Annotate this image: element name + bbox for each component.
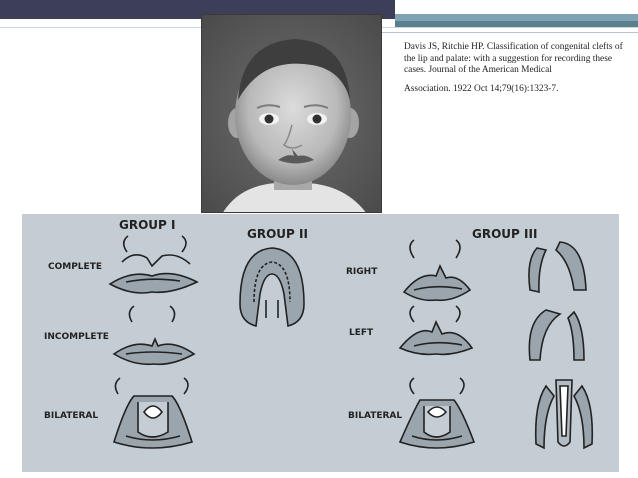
child-portrait-image xyxy=(202,15,381,212)
diagram-svg: GROUP I GROUP II GROUP III COMPLETE INCO… xyxy=(44,218,594,450)
cleft-classification-diagram: GROUP I GROUP II GROUP III COMPLETE INCO… xyxy=(22,214,619,472)
lip-right-group3-drawing xyxy=(402,239,472,302)
label-left: LEFT xyxy=(349,328,374,338)
label-incomplete: INCOMPLETE xyxy=(44,332,109,342)
palate-segments-right-drawing xyxy=(528,241,587,294)
lip-incomplete-drawing xyxy=(112,305,196,366)
palate-segments-left-drawing xyxy=(528,309,585,361)
lip-left-group3-drawing xyxy=(398,305,474,356)
child-photograph xyxy=(201,14,382,213)
label-bilateral-group3: BILATERAL xyxy=(348,411,402,421)
label-bilateral-group1: BILATERAL xyxy=(44,411,98,421)
citation-text-publication: Association. 1922 Oct 14;79(16):1323-7. xyxy=(404,83,559,94)
lip-bilateral-group3-drawing xyxy=(398,377,476,449)
group-1-label: GROUP I xyxy=(119,218,175,232)
palate-group2-drawing xyxy=(239,247,305,327)
lip-complete-drawing xyxy=(108,235,199,294)
group-2-label: GROUP II xyxy=(247,227,308,241)
citation-text-main: Davis JS, Ritchie HP. Classification of … xyxy=(404,42,623,75)
group-3-label: GROUP III xyxy=(472,227,537,241)
lip-bilateral-group1-drawing xyxy=(112,377,194,449)
label-right: RIGHT xyxy=(346,267,378,277)
label-complete: COMPLETE xyxy=(48,262,102,272)
palate-bilateral-group3-drawing xyxy=(534,379,594,450)
citation-reference: Davis JS, Ritchie HP. Classification of … xyxy=(404,42,632,95)
